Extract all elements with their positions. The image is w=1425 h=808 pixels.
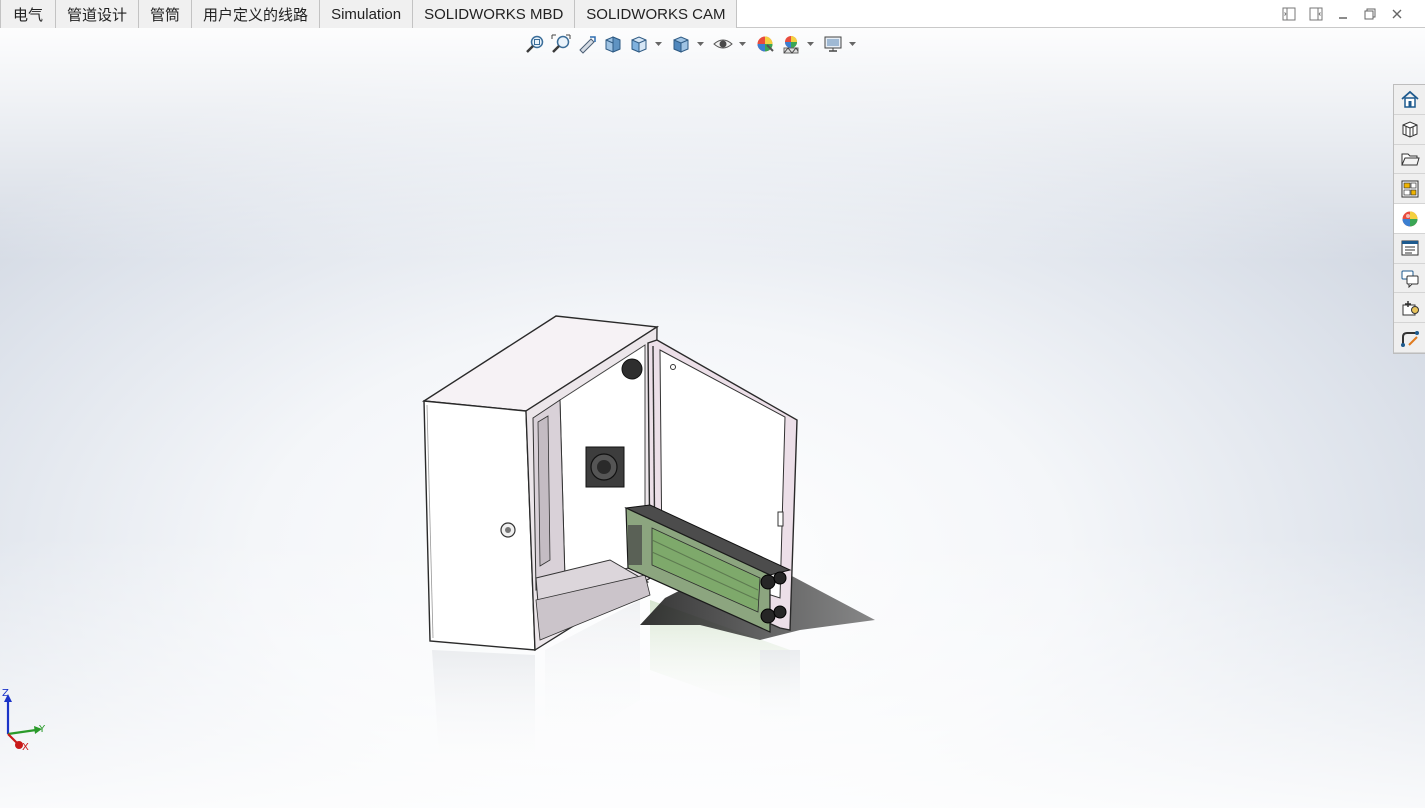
solidworks-resources-icon[interactable] — [1394, 85, 1425, 115]
task-pane — [1393, 84, 1425, 354]
chevron-down-icon[interactable] — [654, 33, 662, 55]
close-icon[interactable] — [1389, 6, 1405, 22]
triad-y-label: Y — [39, 724, 46, 735]
graphics-area[interactable] — [0, 0, 1425, 808]
triad-z-label: Z — [2, 688, 9, 699]
previous-view-icon[interactable] — [576, 33, 598, 55]
chevron-down-icon[interactable] — [738, 33, 746, 55]
zoom-to-fit-icon[interactable] — [524, 33, 546, 55]
edit-appearance-icon[interactable] — [754, 33, 776, 55]
tab-user-defined-routing[interactable]: 用户定义的线路 — [192, 0, 321, 28]
reference-triad: Z Y X — [0, 686, 60, 756]
document-window-controls — [1281, 6, 1405, 22]
tile-right-icon[interactable] — [1308, 6, 1324, 22]
tab-solidworks-cam[interactable]: SOLIDWORKS CAM — [575, 0, 738, 28]
design-library-icon[interactable] — [1394, 115, 1425, 145]
zoom-to-area-icon[interactable] — [550, 33, 572, 55]
tab-simulation[interactable]: Simulation — [320, 0, 414, 28]
chevron-down-icon[interactable] — [696, 33, 704, 55]
routing-library-icon[interactable] — [1394, 323, 1425, 354]
section-view-icon[interactable] — [602, 33, 624, 55]
tile-left-icon[interactable] — [1281, 6, 1297, 22]
heads-up-view-toolbar — [524, 32, 860, 56]
restore-icon[interactable] — [1362, 6, 1378, 22]
view-palette-icon[interactable] — [1394, 174, 1425, 205]
apply-scene-icon[interactable] — [780, 33, 802, 55]
tab-tubing[interactable]: 管筒 — [139, 0, 193, 28]
tab-piping[interactable]: 管道设计 — [56, 0, 140, 28]
chevron-down-icon[interactable] — [806, 33, 814, 55]
view-orientation-icon[interactable] — [628, 33, 650, 55]
tab-solidworks-mbd[interactable]: SOLIDWORKS MBD — [413, 0, 576, 28]
view-settings-icon[interactable] — [822, 33, 844, 55]
command-manager-tabs: 电气 管道设计 管筒 用户定义的线路 Simulation SOLIDWORKS… — [0, 0, 1425, 28]
appearances-scenes-icon[interactable] — [1394, 204, 1425, 234]
add-ins-icon[interactable] — [1394, 293, 1425, 324]
custom-properties-icon[interactable] — [1394, 234, 1425, 264]
triad-x-label: X — [22, 742, 29, 753]
forum-icon[interactable] — [1394, 264, 1425, 294]
display-style-icon[interactable] — [670, 33, 692, 55]
hide-show-items-icon[interactable] — [712, 33, 734, 55]
minimize-icon[interactable] — [1335, 6, 1351, 22]
enclosure-model[interactable] — [421, 315, 798, 652]
chevron-down-icon[interactable] — [848, 33, 856, 55]
tab-electrical[interactable]: 电气 — [0, 0, 57, 28]
file-explorer-icon[interactable] — [1394, 145, 1425, 175]
